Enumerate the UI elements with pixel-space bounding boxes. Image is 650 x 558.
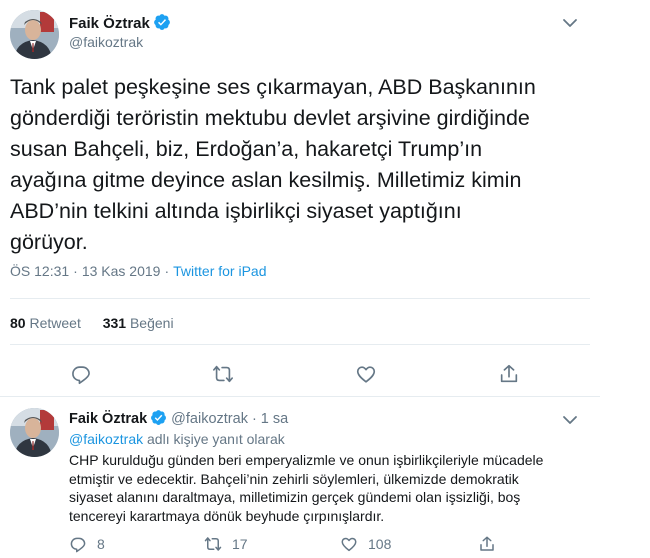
tweet-actions bbox=[0, 360, 600, 390]
reply-tweet[interactable]: Faik Öztrak @faikoztrak · 1 sa @faikoztrak … bbox=[0, 400, 600, 558]
heart-icon bbox=[341, 537, 357, 552]
main-tweet: Faik Öztrak @faikoztrak Tank palet peşke… bbox=[0, 0, 600, 400]
like-button[interactable] bbox=[355, 363, 377, 385]
divider bbox=[0, 396, 600, 397]
retweet-icon bbox=[213, 365, 233, 383]
retweet-button[interactable]: 17 bbox=[204, 535, 248, 553]
share-icon bbox=[500, 364, 518, 383]
retweet-count: 17 bbox=[232, 536, 248, 552]
avatar[interactable] bbox=[10, 10, 59, 59]
divider bbox=[10, 344, 590, 345]
reply-button[interactable] bbox=[70, 363, 92, 385]
share-button[interactable] bbox=[478, 535, 496, 553]
avatar-image bbox=[10, 10, 59, 59]
tweet-time[interactable]: ÖS 12:31 bbox=[10, 263, 69, 279]
tweet-text-line: susan Bahçeli, biz, Erdoğan’a, hakaretçi… bbox=[10, 137, 483, 161]
reply-actions: 8 17 108 bbox=[0, 535, 600, 558]
reply-header: Faik Öztrak @faikoztrak · 1 sa bbox=[69, 409, 288, 430]
replying-to: @faikoztrak adlı kişiye yanıt olarak bbox=[69, 431, 285, 447]
tweet-source-link[interactable]: Twitter for iPad bbox=[173, 263, 266, 279]
author-name[interactable]: Faik Öztrak bbox=[69, 13, 171, 35]
divider bbox=[10, 298, 590, 299]
like-stat[interactable]: 331 Beğeni bbox=[103, 315, 174, 331]
chevron-down-icon[interactable] bbox=[561, 14, 579, 32]
reply-text-line: CHP kurulduğu günden beri emperyalizmle … bbox=[69, 452, 544, 468]
author-handle[interactable]: @faikoztrak bbox=[69, 34, 143, 50]
author-name-text[interactable]: Faik Öztrak bbox=[69, 15, 150, 32]
replying-to-label: adlı kişiye yanıt olarak bbox=[147, 431, 285, 447]
reply-author-name[interactable]: Faik Öztrak bbox=[69, 411, 147, 427]
replying-to-mention[interactable]: @faikoztrak bbox=[69, 431, 143, 447]
retweet-count: 80 bbox=[10, 315, 26, 331]
reply-icon bbox=[70, 537, 86, 553]
heart-icon bbox=[356, 366, 376, 383]
meta-separator: · bbox=[73, 263, 78, 279]
like-button[interactable]: 108 bbox=[340, 535, 391, 553]
tweet-text-line: Tank palet peşkeşine ses çıkarmayan, ABD… bbox=[10, 75, 536, 99]
share-button[interactable] bbox=[498, 363, 520, 385]
retweet-stat-label: Retweet bbox=[29, 315, 81, 331]
retweet-button[interactable] bbox=[212, 363, 234, 385]
reply-icon bbox=[72, 366, 90, 385]
reply-time[interactable]: 1 sa bbox=[261, 411, 288, 427]
avatar-image bbox=[10, 408, 59, 457]
reply-text-line: tencereyi karartmaya dönük beyhude çırpı… bbox=[69, 507, 385, 524]
avatar[interactable] bbox=[10, 408, 59, 457]
tweet-text-line: ABD’nin telkini altında işbirlikçi siyas… bbox=[10, 199, 462, 223]
tweet-metadata: ÖS 12:31 · 13 Kas 2019 · Twitter for iPad bbox=[10, 263, 267, 279]
like-stat-label: Beğeni bbox=[129, 315, 174, 331]
tweet-text-line: görüyor. bbox=[10, 230, 88, 254]
meta-separator: · bbox=[164, 263, 170, 279]
tweet-text-line: ayağına gitme deyince aslan kesilmiş. Mi… bbox=[10, 168, 522, 192]
chevron-down-icon[interactable] bbox=[561, 411, 579, 429]
reply-count: 8 bbox=[97, 536, 105, 552]
verified-badge-icon bbox=[153, 13, 171, 35]
reply-text: CHP kurulduğu günden beri emperyalizmle … bbox=[69, 451, 589, 525]
reply-text-line: etmiştir ve edecektir. Bahçeli’nin zehir… bbox=[69, 470, 519, 487]
tweet-text: Tank palet peşkeşine ses çıkarmayan, ABD… bbox=[10, 72, 610, 258]
retweet-stat[interactable]: 80 Retweet bbox=[10, 315, 81, 331]
tweet-text-line: gönderdiği teröristin mektubu devlet arş… bbox=[10, 106, 530, 130]
tweet-stats: 80 Retweet 331 Beğeni bbox=[10, 315, 192, 331]
reply-author-handle[interactable]: @faikoztrak bbox=[171, 411, 248, 427]
like-count: 108 bbox=[368, 536, 392, 552]
tweet-date[interactable]: 13 Kas 2019 bbox=[82, 263, 161, 279]
reply-text-line: siyaset alanını daraltmaya, milletimizin… bbox=[69, 489, 521, 505]
retweet-icon bbox=[204, 537, 222, 551]
like-count: 331 bbox=[102, 315, 127, 331]
verified-badge-icon bbox=[150, 409, 167, 430]
meta-separator: · bbox=[251, 411, 257, 427]
share-icon bbox=[480, 536, 494, 551]
reply-button[interactable]: 8 bbox=[69, 535, 105, 553]
